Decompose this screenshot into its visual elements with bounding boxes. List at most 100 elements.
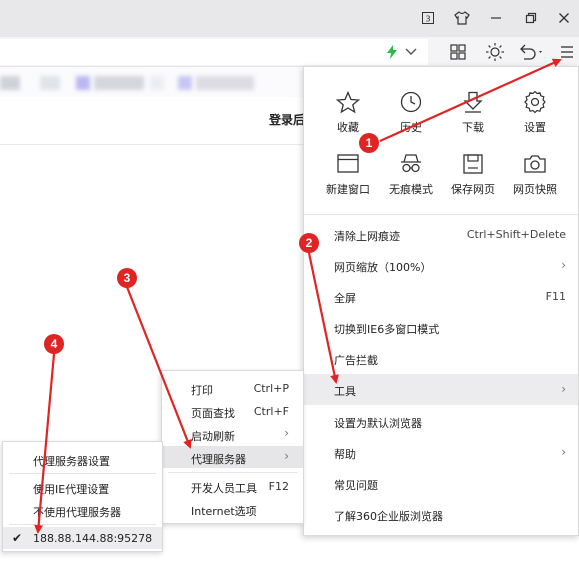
menu-item-label: 代理服务器 <box>191 453 246 466</box>
star-icon <box>336 91 360 113</box>
menu-item-tools[interactable]: 工具 › <box>304 374 578 405</box>
clock-icon <box>400 91 422 113</box>
tab-count-text: 3 <box>425 15 430 24</box>
menu-item-faq[interactable]: 常见问题 <box>304 468 578 499</box>
menu-item-no-proxy[interactable]: 不使用代理服务器 <box>3 499 162 521</box>
menu-item-label: 开发人员工具 <box>191 482 257 495</box>
incognito-icon <box>401 154 421 173</box>
menu-item-shortcut: F11 <box>545 290 566 303</box>
menu-item-label: 设置为默认浏览器 <box>334 417 422 430</box>
menu-item-label: 不使用代理服务器 <box>33 506 121 519</box>
menu-item-label: 代理服务器设置 <box>33 455 110 468</box>
menu-item-ad-block[interactable]: 广告拦截 <box>304 343 578 374</box>
menu-item-ie6-mode[interactable]: 切换到IE6多窗口模式 <box>304 312 578 343</box>
save-page-icon <box>463 154 483 174</box>
menu-divider <box>304 214 578 215</box>
chevron-right-icon: › <box>561 258 566 272</box>
annotation-badge-4: 4 <box>44 334 64 354</box>
menu-item-shortcut: F12 <box>268 480 289 493</box>
menu-item-label: 广告拦截 <box>334 354 378 367</box>
grid-item-incognito[interactable]: 无痕模式 <box>379 153 443 197</box>
menu-item-label: 启动刷新 <box>191 430 235 443</box>
menu-item-label: 帮助 <box>334 448 356 461</box>
main-menu-dropdown: 收藏 历史 下载 设置 新建窗口 无痕模式 保存网页 网页快照 清除上网痕迹 C… <box>303 66 579 536</box>
annotation-badge-1: 1 <box>359 133 379 153</box>
menu-item-proxy[interactable]: 代理服务器 › <box>162 446 303 468</box>
grid-item-label: 新建窗口 <box>326 183 370 196</box>
bookmark-item[interactable] <box>150 76 164 90</box>
address-bar[interactable] <box>0 39 428 65</box>
skin-shirt-icon[interactable] <box>451 7 473 29</box>
grid-item-label: 下载 <box>462 121 484 134</box>
menu-item-find[interactable]: 页面查找 Ctrl+F <box>162 400 303 422</box>
chevron-down-icon[interactable] <box>405 48 417 56</box>
menu-item-clear-traces[interactable]: 清除上网痕迹 Ctrl+Shift+Delete <box>304 219 578 250</box>
menu-item-label: 常见问题 <box>334 479 378 492</box>
annotation-badge-3: 3 <box>117 268 137 288</box>
brightness-icon[interactable] <box>484 42 506 62</box>
download-icon <box>463 91 483 113</box>
menu-item-label: 全屏 <box>334 292 356 305</box>
menu-item-zoom[interactable]: 网页缩放（100%） › <box>304 250 578 281</box>
grid-item-label: 保存网页 <box>451 183 495 196</box>
minimize-icon[interactable] <box>485 7 507 29</box>
bookmark-item[interactable] <box>196 76 254 90</box>
chevron-right-icon: › <box>284 426 289 440</box>
menu-item-label: 使用IE代理设置 <box>33 483 110 496</box>
menu-item-internet-options[interactable]: Internet选项 <box>162 498 303 520</box>
gear-icon <box>524 91 546 113</box>
menu-item-enterprise[interactable]: 了解360企业版浏览器 <box>304 499 578 530</box>
grid-item-favorites[interactable]: 收藏 <box>316 91 380 135</box>
title-bar: 3 <box>0 0 579 37</box>
menu-item-use-ie-proxy[interactable]: 使用IE代理设置 <box>3 476 162 498</box>
menu-item-shortcut: Ctrl+F <box>253 405 289 418</box>
bookmark-item[interactable] <box>76 76 90 90</box>
annotation-badge-2: 2 <box>299 233 319 253</box>
menu-item-proxy-server[interactable]: ✔ 188.88.144.88:95278 <box>3 527 162 549</box>
bookmark-item[interactable] <box>0 76 20 90</box>
menu-item-help[interactable]: 帮助 › <box>304 437 578 468</box>
bookmark-item[interactable] <box>178 76 192 90</box>
menu-item-shortcut: Ctrl+Shift+Delete <box>466 228 566 241</box>
chevron-right-icon: › <box>284 449 289 463</box>
grid-item-label: 设置 <box>524 121 546 134</box>
grid-item-settings[interactable]: 设置 <box>503 91 567 135</box>
login-label[interactable]: 登录后 <box>269 111 303 128</box>
menu-divider <box>9 473 156 474</box>
menu-item-print[interactable]: 打印 Ctrl+P <box>162 377 303 399</box>
chevron-right-icon: › <box>561 382 566 396</box>
checkmark-icon: ✔ <box>12 531 23 545</box>
grid-item-label: 网页快照 <box>513 183 557 196</box>
grid-item-label: 历史 <box>400 121 422 134</box>
bookmark-item[interactable] <box>94 76 144 90</box>
new-window-icon <box>337 154 359 173</box>
tab-count-icon[interactable]: 3 <box>417 7 439 29</box>
grid-item-save-page[interactable]: 保存网页 <box>441 153 505 197</box>
menu-item-label: 188.88.144.88:95278 <box>33 532 153 545</box>
menu-item-fullscreen[interactable]: 全屏 F11 <box>304 281 578 312</box>
bookmark-item[interactable] <box>40 76 60 90</box>
menu-item-shortcut: Ctrl+P <box>253 382 289 395</box>
tools-submenu: 打印 Ctrl+P 页面查找 Ctrl+F 启动刷新 › 代理服务器 › 开发人… <box>161 370 304 524</box>
menu-divider <box>168 472 297 473</box>
grid-item-downloads[interactable]: 下载 <box>441 91 505 135</box>
apps-grid-icon[interactable] <box>447 42 469 62</box>
undo-icon[interactable] <box>516 42 546 62</box>
menu-item-dev-tools[interactable]: 开发人员工具 F12 <box>162 475 303 497</box>
close-icon[interactable] <box>553 7 575 29</box>
camera-icon <box>524 155 546 173</box>
main-menu-icon[interactable] <box>556 42 578 62</box>
grid-item-snapshot[interactable]: 网页快照 <box>503 153 567 197</box>
chevron-right-icon: › <box>561 445 566 459</box>
menu-item-label: 页面查找 <box>191 407 235 420</box>
restore-icon[interactable] <box>520 7 542 29</box>
lightning-icon[interactable] <box>386 45 398 59</box>
proxy-submenu: 代理服务器设置 使用IE代理设置 不使用代理服务器 ✔ 188.88.144.8… <box>2 441 163 552</box>
menu-item-label: 网页缩放（100%） <box>334 261 432 274</box>
menu-item-default-browser[interactable]: 设置为默认浏览器 <box>304 406 578 437</box>
grid-item-history[interactable]: 历史 <box>379 91 443 135</box>
menu-item-auto-refresh[interactable]: 启动刷新 › <box>162 423 303 445</box>
menu-item-proxy-settings[interactable]: 代理服务器设置 <box>3 448 162 470</box>
grid-item-new-window[interactable]: 新建窗口 <box>316 153 380 197</box>
menu-item-label: 切换到IE6多窗口模式 <box>334 323 440 336</box>
